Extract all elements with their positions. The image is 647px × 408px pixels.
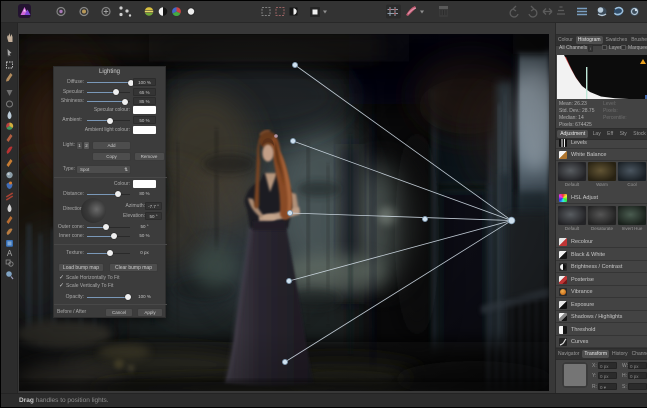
svg-text:A: A — [7, 249, 13, 258]
